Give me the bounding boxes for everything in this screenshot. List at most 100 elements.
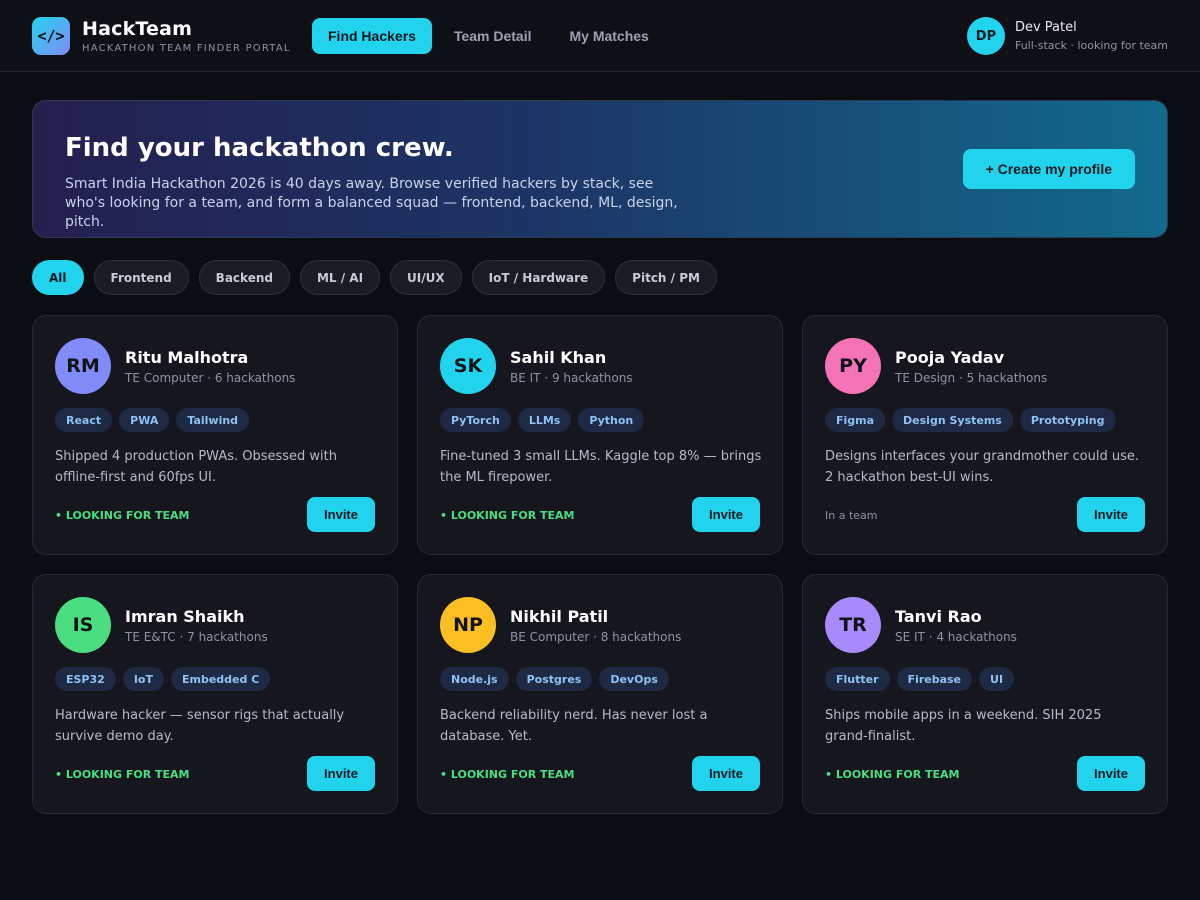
invite-button[interactable]: Invite (692, 497, 760, 532)
invite-button[interactable]: Invite (692, 756, 760, 791)
status-badge: In a team (825, 509, 878, 522)
app-header: </> HackTeam HACKATHON TEAM FINDER PORTA… (0, 0, 1200, 72)
filter-ui-ux[interactable]: UI/UX (390, 260, 462, 295)
skill-tag: Postgres (515, 667, 593, 691)
invite-button[interactable]: Invite (307, 497, 375, 532)
card-identity: Imran Shaikh TE E&TC · 7 hackathons (125, 607, 268, 644)
skill-tag: PyTorch (440, 408, 511, 432)
status-badge: • LOOKING FOR TEAM (55, 509, 190, 522)
hacker-meta: BE IT · 9 hackathons (510, 370, 633, 385)
brand: HackTeam HACKATHON TEAM FINDER PORTAL (82, 18, 291, 54)
filter-pitch-pm[interactable]: Pitch / PM (615, 260, 717, 295)
filter-frontend[interactable]: Frontend (93, 260, 189, 295)
user-name: Dev Patel (1014, 20, 1077, 35)
card-identity: Tanvi Rao SE IT · 4 hackathons (895, 607, 1017, 644)
avatar: RM (55, 338, 111, 394)
tab-find-hackers[interactable]: Find Hackers (312, 18, 432, 54)
code-icon[interactable]: </> (32, 16, 70, 55)
filter-backend[interactable]: Backend (198, 260, 290, 295)
skill-tag: LLMs (517, 408, 572, 432)
avatar: NP (440, 597, 496, 653)
skill-tag: ESP32 (55, 667, 116, 691)
hacker-card: TR Tanvi Rao SE IT · 4 hackathons Flutte… (802, 574, 1168, 814)
status-badge: • LOOKING FOR TEAM (55, 768, 190, 781)
skill-tag: PWA (119, 408, 170, 432)
invite-button[interactable]: Invite (307, 756, 375, 791)
skill-tag: IoT (122, 667, 164, 691)
brand-subtitle: HACKATHON TEAM FINDER PORTAL (82, 42, 291, 54)
hacker-meta: TE E&TC · 7 hackathons (125, 629, 268, 644)
hacker-meta: BE Computer · 8 hackathons (510, 629, 682, 644)
create-profile-button[interactable]: + Create my profile (962, 149, 1135, 189)
hacker-name: Sahil Khan (510, 347, 607, 367)
filter-iot-hardware[interactable]: IoT / Hardware (471, 260, 606, 295)
skill-tag: React (55, 408, 113, 432)
tab-team-detail[interactable]: Team Detail (438, 18, 548, 54)
hacker-card: IS Imran Shaikh TE E&TC · 7 hackathons E… (32, 574, 398, 814)
skill-tag: Firebase (896, 667, 973, 691)
avatar: DP (966, 17, 1005, 55)
card-header: PY Pooja Yadav TE Design · 5 hackathons (825, 338, 1145, 394)
skill-tag: DevOps (599, 667, 669, 691)
hacker-bio: Shipped 4 production PWAs. Obsessed with… (55, 449, 338, 485)
hacker-meta: TE Design · 5 hackathons (895, 370, 1048, 385)
hacker-name: Imran Shaikh (125, 606, 245, 626)
skill-tag: UI (979, 667, 1015, 691)
main-nav: Find Hackers Team Detail My Matches (312, 18, 665, 54)
user-profile[interactable]: DP Dev Patel Full-stack · looking for te… (966, 17, 1168, 55)
invite-button[interactable]: Invite (1077, 756, 1145, 791)
skill-tag: Python (578, 408, 645, 432)
filter-all[interactable]: All (32, 260, 84, 295)
hacker-card: PY Pooja Yadav TE Design · 5 hackathons … (802, 315, 1168, 555)
avatar: SK (440, 338, 496, 394)
hacker-name: Pooja Yadav (895, 347, 1005, 367)
card-header: NP Nikhil Patil BE Computer · 8 hackatho… (440, 597, 760, 653)
card-header: RM Ritu Malhotra TE Computer · 6 hackath… (55, 338, 375, 394)
card-identity: Pooja Yadav TE Design · 5 hackathons (895, 348, 1047, 385)
skill-tag: Flutter (825, 667, 890, 691)
brand-name: HackTeam (82, 17, 193, 40)
hacker-grid: RM Ritu Malhotra TE Computer · 6 hackath… (32, 315, 1168, 814)
hero-banner: Find your hackathon crew. Smart India Ha… (32, 100, 1168, 238)
skill-tags: Figma Design Systems Prototyping (825, 408, 1145, 432)
skill-tag: Node.js (440, 667, 509, 691)
skill-tag: Tailwind (176, 408, 250, 432)
card-header: TR Tanvi Rao SE IT · 4 hackathons (825, 597, 1145, 653)
skill-tag: Embedded C (170, 667, 271, 691)
card-header: SK Sahil Khan BE IT · 9 hackathons (440, 338, 760, 394)
avatar: IS (55, 597, 111, 653)
hacker-bio: Hardware hacker — sensor rigs that actua… (55, 708, 345, 744)
skill-tags: React PWA Tailwind (55, 408, 375, 432)
hacker-card: NP Nikhil Patil BE Computer · 8 hackatho… (417, 574, 783, 814)
hacker-card: SK Sahil Khan BE IT · 9 hackathons PyTor… (417, 315, 783, 555)
skill-tags: Flutter Firebase UI (825, 667, 1145, 691)
hacker-card: RM Ritu Malhotra TE Computer · 6 hackath… (32, 315, 398, 555)
hacker-name: Ritu Malhotra (125, 347, 249, 367)
hacker-bio: Fine-tuned 3 small LLMs. Kaggle top 8% —… (440, 449, 762, 485)
user-info: Dev Patel Full-stack · looking for team (1015, 20, 1168, 52)
status-badge: • LOOKING FOR TEAM (825, 768, 960, 781)
card-identity: Sahil Khan BE IT · 9 hackathons (510, 348, 633, 385)
user-role: Full-stack · looking for team (1014, 39, 1168, 52)
skill-tags: Node.js Postgres DevOps (440, 667, 760, 691)
skill-tags: PyTorch LLMs Python (440, 408, 760, 432)
avatar: PY (825, 338, 881, 394)
avatar: TR (825, 597, 881, 653)
card-identity: Nikhil Patil BE Computer · 8 hackathons (510, 607, 681, 644)
filter-ml-ai[interactable]: ML / AI (299, 260, 381, 295)
skill-tag: Prototyping (1019, 408, 1116, 432)
invite-button[interactable]: Invite (1077, 497, 1145, 532)
hacker-bio: Ships mobile apps in a weekend. SIH 2025… (825, 708, 1102, 744)
hacker-meta: SE IT · 4 hackathons (895, 629, 1017, 644)
skill-tag: Design Systems (892, 408, 1013, 432)
filter-chips: All Frontend Backend ML / AI UI/UX IoT /… (32, 260, 717, 295)
skill-tag: Figma (825, 408, 886, 432)
skill-tags: ESP32 IoT Embedded C (55, 667, 375, 691)
card-identity: Ritu Malhotra TE Computer · 6 hackathons (125, 348, 295, 385)
hero-description: Smart India Hackathon 2026 is 40 days aw… (65, 176, 678, 230)
tab-my-matches[interactable]: My Matches (553, 18, 664, 54)
status-badge: • LOOKING FOR TEAM (440, 768, 575, 781)
card-header: IS Imran Shaikh TE E&TC · 7 hackathons (55, 597, 375, 653)
hacker-name: Nikhil Patil (510, 606, 609, 626)
hacker-meta: TE Computer · 6 hackathons (125, 370, 296, 385)
